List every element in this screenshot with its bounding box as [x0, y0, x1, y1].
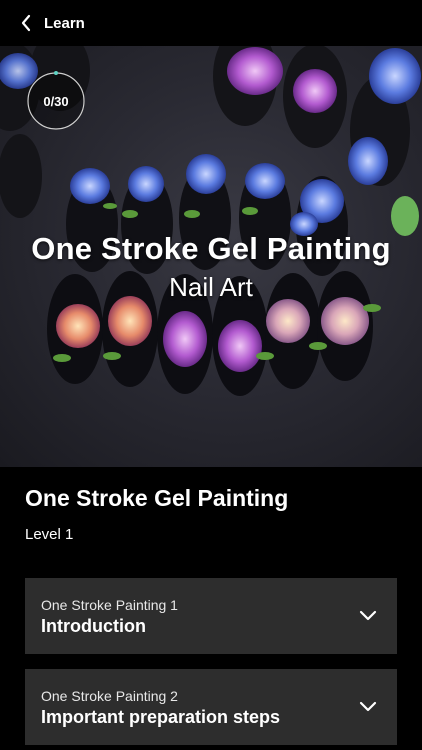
lesson-subtitle: One Stroke Painting 1 — [41, 597, 178, 613]
lesson-title: Important preparation steps — [41, 707, 281, 727]
progress-count: 0/30 — [43, 93, 69, 109]
back-button[interactable] — [6, 0, 46, 46]
lesson-card[interactable]: One Stroke Painting 1 Introduction — [25, 578, 397, 654]
top-bar: Learn — [0, 0, 422, 46]
course-cover-image: 0/30 One Stroke Gel Painting Nail Art — [0, 46, 422, 467]
page-title: Learn — [44, 14, 85, 32]
cover-title: One Stroke Gel Painting — [31, 231, 391, 266]
chevron-down-icon[interactable] — [359, 608, 377, 622]
chevron-left-icon — [21, 14, 31, 32]
cover-subtitle: Nail Art — [169, 272, 253, 302]
lesson-subtitle: One Stroke Painting 2 — [41, 688, 178, 704]
course-level: Level 1 — [25, 526, 74, 543]
lesson-title: Introduction — [41, 616, 146, 636]
lesson-card[interactable]: One Stroke Painting 2 Important preparat… — [25, 669, 397, 745]
chevron-down-icon[interactable] — [359, 699, 377, 713]
course-title: One Stroke Gel Painting — [25, 485, 289, 511]
